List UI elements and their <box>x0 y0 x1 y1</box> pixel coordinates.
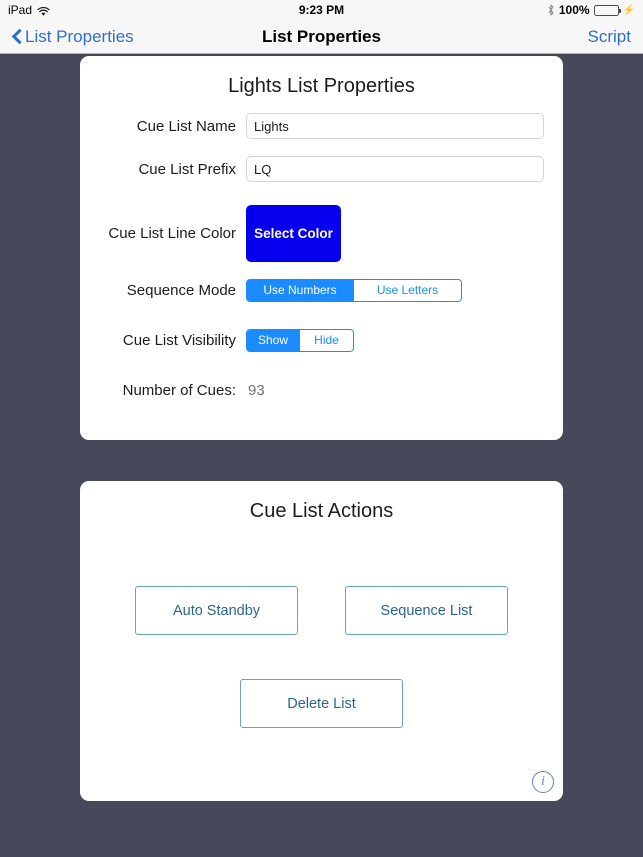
row-cue-list-name: Cue List Name <box>80 112 563 140</box>
cue-list-line-color-label: Cue List Line Color <box>108 225 236 242</box>
sequence-mode-segmented-control[interactable]: Use Numbers Use Letters <box>246 278 462 302</box>
auto-standby-button[interactable]: Auto Standby <box>135 586 298 635</box>
bluetooth-icon <box>547 4 555 16</box>
device-name: iPad <box>8 3 33 17</box>
cue-list-name-input[interactable] <box>246 113 544 139</box>
charging-bolt-icon: ⚡ <box>622 4 635 16</box>
visibility-option-show[interactable]: Show <box>247 329 300 351</box>
properties-card-title: Lights List Properties <box>228 75 415 97</box>
cue-list-visibility-label: Cue List Visibility <box>122 331 236 349</box>
visibility-option-hide[interactable]: Hide <box>300 329 353 351</box>
sequence-mode-option-use-numbers[interactable]: Use Numbers <box>247 279 354 301</box>
status-bar-left: iPad <box>8 3 50 17</box>
script-button[interactable]: Script <box>588 27 631 47</box>
actions-row-primary: Auto Standby Sequence List <box>80 586 563 635</box>
row-number-of-cues: Number of Cues: 93 <box>80 376 563 404</box>
cue-list-actions-card: Cue List Actions Auto Standby Sequence L… <box>80 481 563 801</box>
number-of-cues-label: Number of Cues: <box>122 381 236 399</box>
row-cue-list-line-color: Cue List Line Color Select Color <box>80 205 563 262</box>
actions-card-title: Cue List Actions <box>249 500 394 522</box>
info-button[interactable]: i <box>532 771 554 793</box>
back-button-label: List Properties <box>25 26 134 46</box>
cue-list-name-label: Cue List Name <box>136 117 236 135</box>
chevron-left-icon <box>12 28 22 45</box>
sequence-mode-option-use-letters[interactable]: Use Letters <box>354 279 461 301</box>
number-of-cues-value: 93 <box>248 381 265 399</box>
row-cue-list-visibility: Cue List Visibility Show Hide <box>80 326 563 354</box>
battery-percent-label: 100% <box>558 3 590 17</box>
row-sequence-mode: Sequence Mode Use Numbers Use Letters <box>80 276 563 304</box>
sequence-list-button[interactable]: Sequence List <box>345 586 508 635</box>
info-circle-icon: i <box>532 771 554 793</box>
properties-form: Cue List Name Cue List Prefix Cue List L… <box>80 112 563 404</box>
content-area: Lights List Properties Cue List Name Cue… <box>0 54 643 856</box>
delete-list-button[interactable]: Delete List <box>240 679 403 728</box>
cue-list-prefix-label: Cue List Prefix <box>138 160 236 178</box>
sequence-mode-label: Sequence Mode <box>126 281 236 299</box>
status-bar: iPad 9:23 PM 100% ⚡ <box>0 0 643 20</box>
cue-list-prefix-input[interactable] <box>246 156 544 182</box>
wifi-icon <box>37 6 50 16</box>
row-cue-list-prefix: Cue List Prefix <box>80 155 563 183</box>
list-properties-card: Lights List Properties Cue List Name Cue… <box>80 56 563 440</box>
cue-list-visibility-segmented-control[interactable]: Show Hide <box>246 328 354 352</box>
battery-icon <box>593 4 621 16</box>
select-color-button[interactable]: Select Color <box>246 205 341 262</box>
navigation-bar: List Properties List Properties Script <box>0 20 643 54</box>
actions-row-secondary: Delete List <box>80 679 563 728</box>
back-button[interactable]: List Properties <box>12 27 134 47</box>
status-bar-right: 100% ⚡ <box>547 3 635 17</box>
